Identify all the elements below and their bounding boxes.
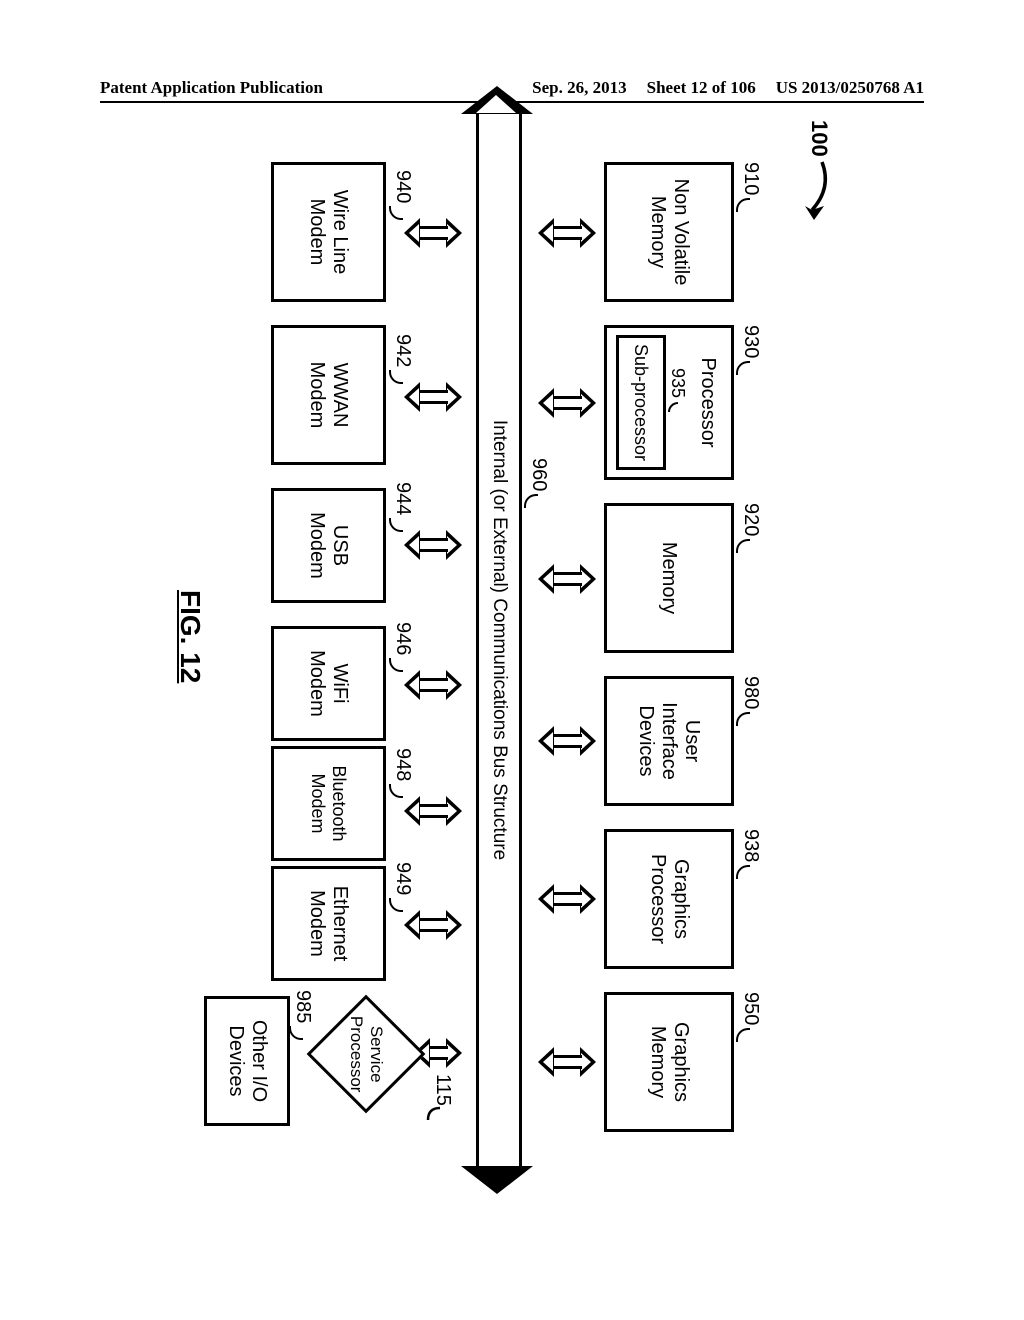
- block-service-processor: Service Processor: [307, 995, 426, 1114]
- figure-label: FIG. 12: [174, 590, 206, 683]
- arrow-icon: [408, 910, 458, 940]
- block-other-io-devices: Other I/O Devices: [204, 996, 290, 1126]
- pub-date: Sep. 26, 2013: [532, 78, 626, 98]
- block-usb-modem: USB Modem: [271, 488, 386, 603]
- block-wifi-modem: WiFi Modem: [271, 626, 386, 741]
- ref-942: 942: [391, 334, 414, 367]
- ref-938: 938: [739, 829, 762, 862]
- system-ref-number: 100: [807, 120, 832, 157]
- ref-935: 935: [667, 368, 688, 398]
- arrow-icon: [408, 218, 458, 248]
- arrow-icon: [408, 530, 458, 560]
- arrow-icon: [542, 564, 592, 594]
- ref-940: 940: [391, 170, 414, 203]
- pub-number: US 2013/0250768 A1: [776, 78, 924, 98]
- arrow-icon: [542, 218, 592, 248]
- ref-980: 980: [739, 676, 762, 709]
- arrow-icon: [408, 796, 458, 826]
- block-sub-processor: Sub-processor: [616, 335, 666, 470]
- block-wire-line-modem: Wire Line Modem: [271, 162, 386, 302]
- block-graphics-processor: Graphics Processor: [604, 829, 734, 969]
- ref-944: 944: [391, 482, 414, 515]
- arrow-icon: [408, 670, 458, 700]
- ref-920: 920: [739, 503, 762, 536]
- ref-950: 950: [739, 992, 762, 1025]
- system-ref-arrow: 100: [806, 120, 832, 157]
- block-bluetooth-modem: Bluetooth Modem: [271, 746, 386, 861]
- block-graphics-memory: Graphics Memory: [604, 992, 734, 1132]
- ref-985: 985: [291, 990, 314, 1023]
- block-ethernet-modem: Ethernet Modem: [271, 866, 386, 981]
- communications-bus: Internal (or External) Communications Bu…: [476, 110, 522, 1170]
- ref-948: 948: [391, 748, 414, 781]
- bus-label: Internal (or External) Communications Bu…: [488, 420, 510, 860]
- block-user-interface-devices: User Interface Devices: [604, 676, 734, 806]
- ref-949: 949: [391, 862, 414, 895]
- sheet-number: Sheet 12 of 106: [647, 78, 756, 98]
- block-wwan-modem: WWAN Modem: [271, 325, 386, 465]
- ref-115: 115: [431, 1074, 454, 1106]
- arrow-icon: [542, 884, 592, 914]
- ref-960: 960: [527, 458, 550, 491]
- arrow-icon: [408, 382, 458, 412]
- ref-930: 930: [739, 325, 762, 358]
- block-memory: Memory: [604, 503, 734, 653]
- figure-12-diagram: 100 910 Non Volatile Memory 930 Processo…: [162, 110, 862, 1170]
- ref-946: 946: [391, 622, 414, 655]
- block-non-volatile-memory: Non Volatile Memory: [604, 162, 734, 302]
- arrow-icon: [542, 388, 592, 418]
- pub-type: Patent Application Publication: [100, 78, 512, 98]
- arrow-icon: [542, 1047, 592, 1077]
- ref-910: 910: [739, 162, 762, 195]
- arrow-icon: [542, 726, 592, 756]
